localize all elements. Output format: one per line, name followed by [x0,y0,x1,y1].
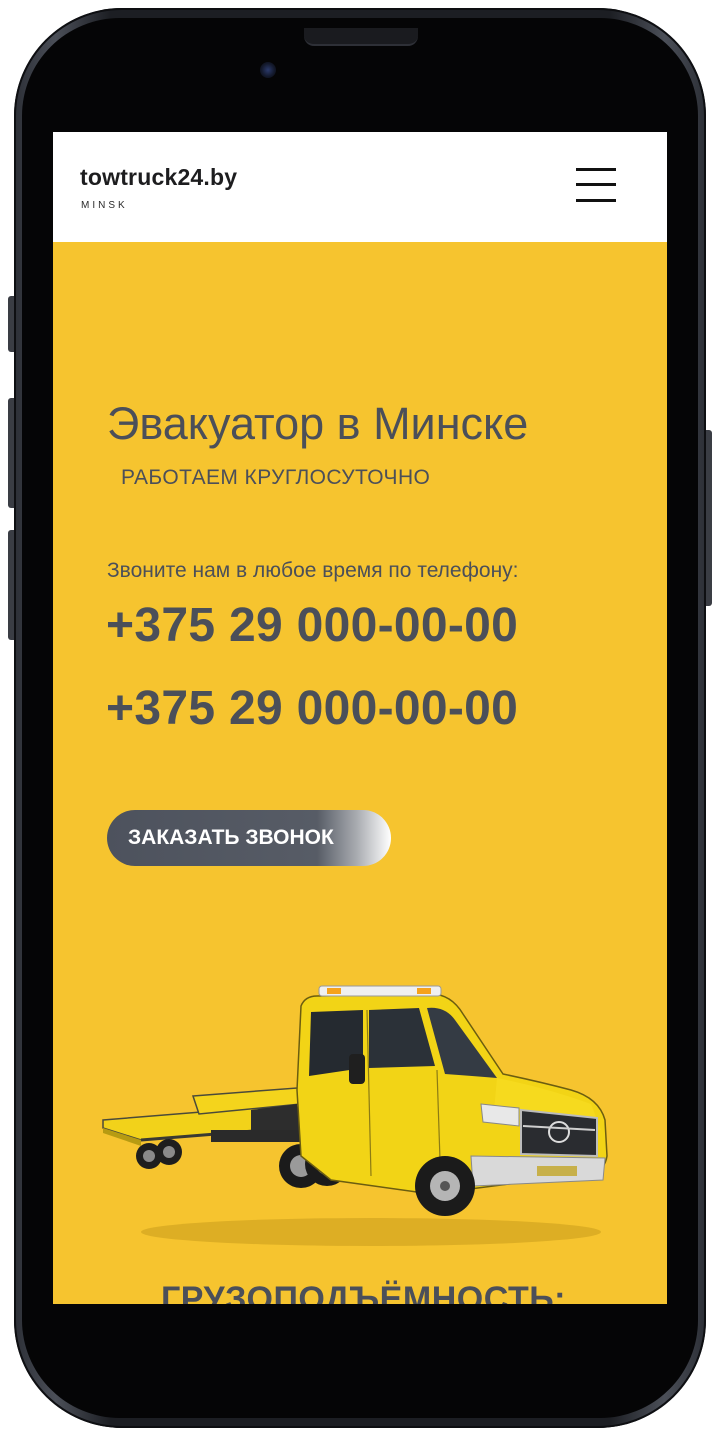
phone-number-link[interactable]: +375 29 000-00-00 [106,598,518,653]
hero-title: Эвакуатор в Минске [107,398,529,449]
site-logo-title[interactable]: towtruck24.by [80,164,237,191]
menu-bar-top [576,168,616,171]
device-mockup: towtruck24.by MINSK Эвакуатор в Минске Р… [0,0,720,1436]
front-camera [260,62,276,78]
phone-speaker [304,28,418,46]
phone-screen: towtruck24.by MINSK Эвакуатор в Минске Р… [53,132,667,1304]
site-logo-subtitle: MINSK [81,200,128,211]
menu-bar-middle [576,183,616,186]
hero-subtitle: РАБОТАЕМ КРУГЛОСУТОЧНО [121,466,431,489]
tow-truck-illustration [102,985,608,1246]
menu-bar-bottom [576,199,616,202]
call-caption: Звоните нам в любое время по телефону: [107,559,519,582]
hamburger-menu-icon[interactable] [573,164,619,208]
order-call-button[interactable]: ЗАКАЗАТЬ ЗВОНОК [107,810,391,866]
phone-number-link[interactable]: +375 29 000-00-00 [106,681,518,736]
site-header: towtruck24.by MINSK [53,132,667,242]
section-heading-capacity: ГРУЗОПОДЪЁМНОСТЬ: [161,1280,566,1304]
